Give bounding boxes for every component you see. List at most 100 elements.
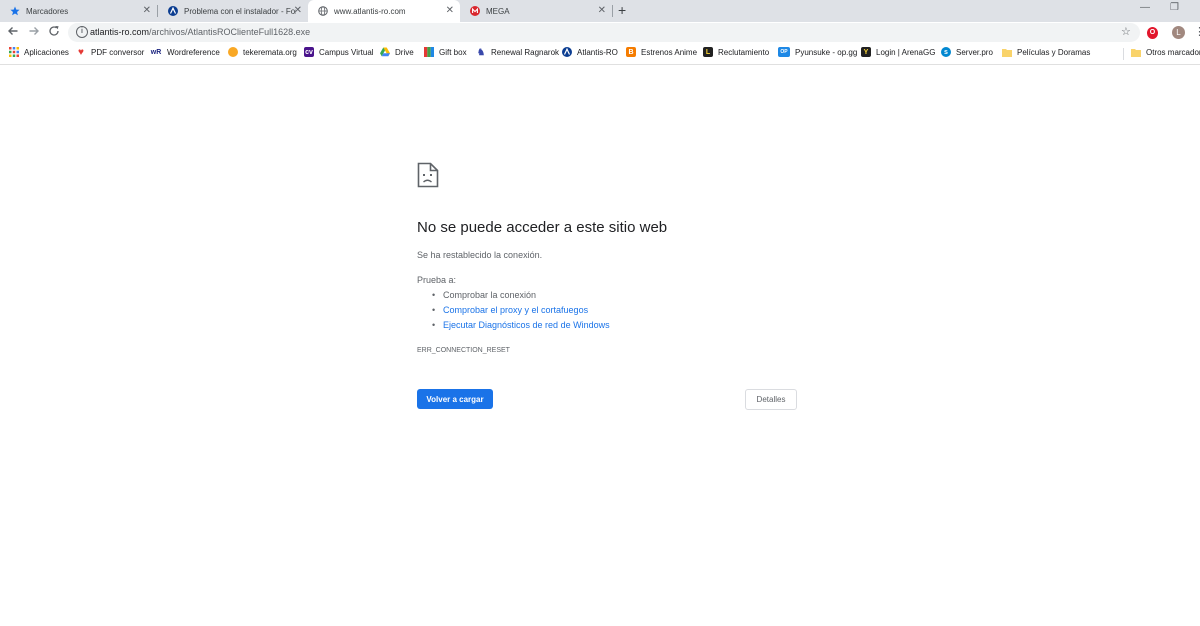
tab-atlantis-ro[interactable]: www.atlantis-ro.com ✕	[308, 0, 460, 22]
blogger-icon: B	[626, 47, 636, 57]
url-path: /archivos/AtlantisROClienteFull1628.exe	[149, 27, 311, 37]
bookmark-wordreference[interactable]: wR Wordreference	[150, 47, 220, 57]
bookmark-peliculas-doramas[interactable]: Películas y Doramas	[1002, 47, 1090, 57]
bookmark-estrenos-anime[interactable]: B Estrenos Anime	[626, 47, 697, 57]
tab-strip: Marcadores ✕ Problema con el instalador …	[0, 0, 1200, 22]
suggestions-list: Comprobar la conexión Comprobar el proxy…	[417, 289, 610, 334]
menu-kebab-icon[interactable]: ⋮	[1194, 25, 1200, 38]
mega-logo-icon	[470, 6, 480, 16]
tab-divider	[612, 5, 613, 17]
bookmark-otros-marcadores[interactable]: Otros marcadores	[1131, 47, 1200, 57]
bookmark-label: Wordreference	[167, 47, 220, 57]
wordreference-icon: wR	[150, 48, 162, 56]
arenagg-icon: Y	[861, 47, 871, 57]
reload-icon	[49, 26, 59, 36]
bookmarks-bar: Aplicaciones ♥ PDF conversor wR Wordrefe…	[0, 44, 1200, 65]
bookmark-campus-virtual[interactable]: cv Campus Virtual	[304, 47, 374, 57]
bookmark-label: Gift box	[439, 47, 467, 57]
bookmark-label: Pyunsuke - op.gg	[795, 47, 858, 57]
arrow-right-icon	[29, 27, 39, 35]
recruit-icon: L	[703, 47, 713, 57]
campus-icon: cv	[304, 47, 314, 57]
bookmark-label: Aplicaciones	[24, 47, 69, 57]
bookmark-label: Renewal Ragnarok	[491, 47, 560, 57]
drive-icon	[380, 47, 390, 57]
suggestion-text: Comprobar la conexión	[443, 290, 537, 300]
minimize-button[interactable]: —	[1140, 2, 1150, 13]
apps-grid-icon	[9, 47, 19, 57]
bookmark-label: Películas y Doramas	[1017, 47, 1091, 57]
bookmark-server-pro[interactable]: s Server.pro	[941, 47, 993, 57]
tab-marcadores[interactable]: Marcadores ✕	[0, 0, 157, 22]
folder-icon	[1002, 47, 1012, 57]
tab-title: Problema con el instalador - Foro	[184, 6, 296, 16]
browser-toolbar: i atlantis-ro.com/archivos/AtlantisROCli…	[0, 22, 1200, 44]
bookmark-aplicaciones[interactable]: Aplicaciones	[9, 47, 69, 57]
opera-extension-icon[interactable]: O	[1147, 27, 1158, 39]
bookmark-renewal-ragnarok[interactable]: ♞ Renewal Ragnarok	[476, 47, 559, 57]
suggestion-check-connection: Comprobar la conexión	[417, 289, 610, 304]
suggestions-heading: Prueba a:	[417, 275, 457, 285]
error-code: ERR_CONNECTION_RESET	[417, 347, 510, 354]
forward-button[interactable]	[28, 25, 40, 40]
close-icon[interactable]: ✕	[143, 5, 151, 17]
bookmarks-divider	[1123, 48, 1124, 60]
bookmark-reclutamiento[interactable]: L Reclutamiento	[703, 47, 769, 57]
suggestion-check-proxy[interactable]: Comprobar el proxy y el cortafuegos	[417, 304, 610, 319]
suggestion-network-diagnostics[interactable]: Ejecutar Diagnósticos de red de Windows	[417, 319, 610, 334]
bookmark-label: Drive	[395, 47, 414, 57]
bookmark-label: Login | ArenaGG	[876, 47, 936, 57]
close-icon[interactable]: ✕	[294, 5, 302, 17]
ragnarok-icon: ♞	[476, 46, 486, 57]
bookmark-drive[interactable]: Drive	[380, 47, 414, 57]
bookmark-label: Campus Virtual	[319, 47, 374, 57]
bookmark-tekeremata[interactable]: tekeremata.org	[228, 47, 297, 57]
tab-title: Marcadores	[26, 6, 69, 16]
tab-title: www.atlantis-ro.com	[334, 6, 406, 16]
globe-icon	[318, 6, 328, 16]
error-title: No se puede acceder a este sitio web	[417, 219, 668, 236]
heart-icon: ♥	[78, 46, 84, 58]
url-host: atlantis-ro.com	[90, 27, 150, 37]
bookmark-label: Reclutamiento	[718, 47, 770, 57]
sun-icon	[228, 47, 238, 57]
info-icon[interactable]: i	[76, 26, 88, 38]
reload-page-button[interactable]: Volver a cargar	[417, 389, 493, 409]
back-button[interactable]	[7, 25, 19, 40]
restore-button[interactable]: ❐	[1170, 2, 1179, 13]
close-icon[interactable]: ✕	[598, 5, 606, 17]
bookmark-pdf-conversor[interactable]: ♥ PDF conversor	[76, 46, 145, 58]
bookmark-label: PDF conversor	[91, 47, 145, 57]
tab-title: MEGA	[486, 6, 510, 16]
address-bar[interactable]: i atlantis-ro.com/archivos/AtlantisROCli…	[68, 23, 1140, 42]
bookmark-label: Atlantis-RO	[577, 47, 618, 57]
bookmark-gift-box[interactable]: Gift box	[424, 47, 467, 57]
profile-avatar[interactable]: L	[1172, 26, 1185, 39]
atlantis-logo-icon	[562, 47, 572, 57]
close-icon[interactable]: ✕	[446, 5, 454, 17]
bookmark-star-icon[interactable]: ☆	[1121, 25, 1131, 38]
bookmark-label: tekeremata.org	[243, 47, 297, 57]
atlantis-logo-icon	[168, 6, 178, 16]
bookmark-login-arenagg[interactable]: Y Login | ArenaGG	[861, 47, 935, 57]
bookmark-pyunsuke-opgg[interactable]: OP Pyunsuke - op.gg	[778, 47, 857, 57]
reload-button[interactable]	[48, 25, 60, 40]
address-url[interactable]: atlantis-ro.com/archivos/AtlantisROClien…	[90, 27, 310, 37]
tab-mega[interactable]: MEGA ✕	[460, 0, 612, 22]
error-subtitle: Se ha restablecido la conexión.	[417, 250, 543, 260]
bookmark-label: Otros marcadores	[1146, 47, 1200, 57]
check-proxy-link[interactable]: Comprobar el proxy y el cortafuegos	[443, 305, 588, 315]
new-tab-button[interactable]: +	[618, 2, 626, 18]
folder-icon	[1131, 47, 1141, 57]
tab-problema-instalador[interactable]: Problema con el instalador - Foro ✕	[158, 0, 308, 22]
arrow-left-icon	[8, 27, 18, 35]
serverpro-icon: s	[941, 47, 951, 57]
network-diagnostics-link[interactable]: Ejecutar Diagnósticos de red de Windows	[443, 320, 610, 330]
star-icon	[10, 6, 20, 16]
bookmark-label: Estrenos Anime	[641, 47, 698, 57]
details-button[interactable]: Detalles	[745, 389, 797, 410]
opgg-icon: OP	[778, 47, 790, 57]
sad-document-icon	[417, 162, 439, 193]
bookmark-atlantis-ro[interactable]: Atlantis-RO	[562, 47, 618, 57]
bookmark-label: Server.pro	[956, 47, 993, 57]
